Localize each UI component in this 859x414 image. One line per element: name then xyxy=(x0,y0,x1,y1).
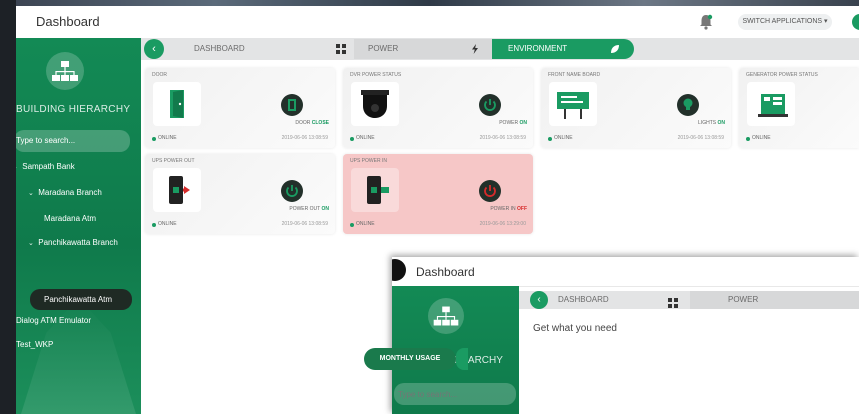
notification-bell-icon[interactable] xyxy=(696,12,716,32)
card-status: POWER IN OFF xyxy=(490,206,527,212)
tab-power[interactable]: POWER xyxy=(354,39,500,59)
card-title: DVR POWER STATUS xyxy=(350,72,402,78)
online-label: ONLINE xyxy=(158,135,177,141)
card-door[interactable]: DOOR DOOR CLOSE ONLINE 2019-06-06 13:08:… xyxy=(145,68,335,148)
overlay-back-button[interactable]: ‹ xyxy=(530,291,548,309)
card-title: FRONT NAME BOARD xyxy=(548,72,601,78)
online-label: ONLINE xyxy=(356,221,375,227)
back-button[interactable]: ‹ xyxy=(144,39,164,59)
billboard-icon xyxy=(549,82,597,126)
card-status: DOOR CLOSE xyxy=(295,120,329,126)
tab-label: POWER xyxy=(368,44,399,53)
card-status: POWER ON xyxy=(499,120,527,126)
hierarchy-icon xyxy=(46,52,84,90)
overlay-window-title: Dashboard xyxy=(416,265,475,279)
online-indicator xyxy=(152,137,156,141)
overlay-action-edge xyxy=(456,348,468,370)
tree-item-label: Maradana Branch xyxy=(38,188,102,197)
bulb-status-icon xyxy=(677,94,699,116)
card-timestamp: 2019-06-06 13:08:59 xyxy=(479,135,526,141)
card-timestamp: 2019-06-06 13:08:59 xyxy=(677,135,724,141)
overlay-menu-button[interactable] xyxy=(392,259,406,281)
overlay-tab-power[interactable]: POWER xyxy=(690,291,859,309)
online-indicator xyxy=(746,137,750,141)
tab-label: DASHBOARD xyxy=(194,44,245,53)
tab-environment[interactable]: ENVIRONMENT xyxy=(492,39,634,59)
tree-item-label: Sampath Bank xyxy=(22,162,75,171)
tree-item-label: Test_WKP xyxy=(16,340,54,349)
tree-item-label: Maradana Atm xyxy=(44,214,97,223)
generator-icon xyxy=(747,82,795,126)
camera-icon xyxy=(351,82,399,126)
card-timestamp: 2019-06-06 13:29:00 xyxy=(479,221,526,227)
online-indicator xyxy=(548,137,552,141)
power-status-icon xyxy=(281,180,303,202)
monthly-usage-button[interactable]: MONTHLY USAGE xyxy=(364,348,456,370)
overlay-tab-dashboard[interactable]: DASHBOARD xyxy=(558,295,609,304)
hierarchy-search-input[interactable] xyxy=(16,130,130,152)
tree-item-sampath-bank[interactable]: ⌄ Sampath Bank xyxy=(16,162,75,171)
card-title: GENERATOR POWER STATUS xyxy=(746,72,818,78)
overlay-heading: Get what you need xyxy=(533,323,617,334)
leaf-icon xyxy=(610,44,620,54)
online-label: ONLINE xyxy=(554,135,573,141)
tree-item-panchikawatta-branch[interactable]: ⌄ Panchikawatta Branch xyxy=(28,238,118,247)
tree-item-test-wkp[interactable]: Test_WKP xyxy=(16,340,53,349)
power-status-icon xyxy=(479,94,501,116)
door-icon xyxy=(153,82,201,126)
online-indicator xyxy=(350,223,354,227)
switch-applications-button[interactable]: SWITCH APPLICATIONS ▾ xyxy=(738,14,832,30)
card-title: UPS POWER OUT xyxy=(152,158,195,164)
online-indicator xyxy=(350,137,354,141)
card-ups-power-in[interactable]: UPS POWER IN POWER IN OFF ONLINE 2019-06… xyxy=(343,154,533,234)
card-title: UPS POWER IN xyxy=(350,158,387,164)
chevron-down-icon: ⌄ xyxy=(28,190,34,197)
window-title: Dashboard xyxy=(36,14,100,29)
card-front-name-board[interactable]: FRONT NAME BOARD LIGHTS ON ONLINE 2019-0… xyxy=(541,68,731,148)
tree-item-panchikawatta-atm[interactable]: Panchikawatta Atm xyxy=(30,289,132,310)
tree-item-label: Panchikawatta Atm xyxy=(44,295,113,304)
tab-dashboard[interactable]: DASHBOARD xyxy=(164,39,354,59)
card-timestamp: 2019-06-06 13:08:59 xyxy=(281,221,328,227)
power-off-status-icon xyxy=(479,180,501,202)
card-dvr-power[interactable]: DVR POWER STATUS POWER ON ONLINE 2019-06… xyxy=(343,68,533,148)
tab-label: POWER xyxy=(728,295,759,304)
hierarchy-label: BUILDING HIERARCHY xyxy=(16,104,131,115)
tree-item-label: Dialog ATM Emulator xyxy=(16,316,91,325)
bolt-icon xyxy=(470,44,480,54)
overlay-title-bar: Dashboard xyxy=(392,257,859,287)
tree-item-label: Panchikawatta Branch xyxy=(38,238,118,247)
card-status: LIGHTS ON xyxy=(698,120,725,126)
tree-item-maradana-atm[interactable]: Maradana Atm xyxy=(44,214,96,223)
card-generator-power[interactable]: GENERATOR POWER STATUS ONLINE xyxy=(739,68,859,148)
tree-item-dialog-atm-emulator[interactable]: Dialog ATM Emulator xyxy=(16,316,91,325)
title-bar: Dashboard SWITCH APPLICATIONS ▾ xyxy=(16,6,859,39)
grid-icon xyxy=(336,44,346,54)
chevron-down-icon: ⌄ xyxy=(28,240,34,247)
tree-item-maradana-branch[interactable]: ⌄ Maradana Branch xyxy=(28,188,102,197)
desktop-backdrop-edge xyxy=(0,0,16,414)
tab-label: ENVIRONMENT xyxy=(508,44,568,53)
card-title: DOOR xyxy=(152,72,167,78)
ups-in-icon xyxy=(351,168,399,212)
sidebar: BUILDING HIERARCHY ⌄ Sampath Bank ⌄ Mara… xyxy=(16,38,141,414)
chevron-down-icon: ⌄ xyxy=(16,163,20,171)
card-ups-power-out[interactable]: UPS POWER OUT POWER OUT ON ONLINE 2019-0… xyxy=(145,154,335,234)
online-indicator xyxy=(152,223,156,227)
hierarchy-icon xyxy=(428,298,464,334)
overlay-window: Dashboard BUILDING HIERARCHY ‹ DASHBOARD… xyxy=(392,257,859,414)
online-label: ONLINE xyxy=(158,221,177,227)
grid-icon xyxy=(668,295,678,308)
card-timestamp: 2019-06-06 13:08:59 xyxy=(281,135,328,141)
online-label: ONLINE xyxy=(752,135,771,141)
overlay-search-input[interactable] xyxy=(394,383,516,405)
online-label: ONLINE xyxy=(356,135,375,141)
card-status: POWER OUT ON xyxy=(289,206,329,212)
avatar[interactable] xyxy=(852,14,859,30)
ups-out-icon xyxy=(153,168,201,212)
door-status-icon xyxy=(281,94,303,116)
